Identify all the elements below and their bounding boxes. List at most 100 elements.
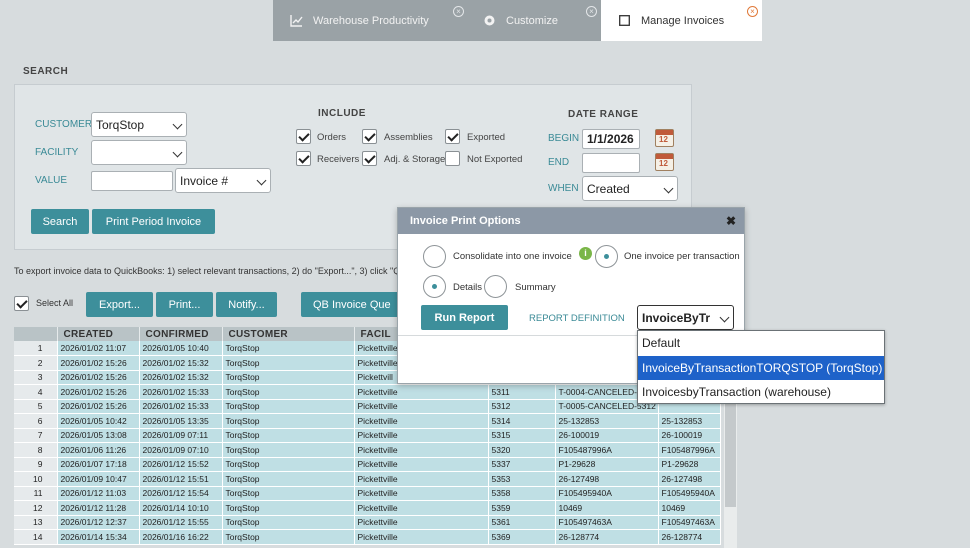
orders-label: Orders [317, 132, 347, 143]
column-header-created[interactable]: CREATED [57, 327, 140, 341]
when-select-value: Created [587, 181, 630, 196]
customer-select-value: TorqStop [96, 117, 145, 132]
table-row[interactable]: 4 2026/01/02 15:26 2026/01/02 15:33 TorqSto… [14, 384, 721, 400]
print-period-invoice-button[interactable]: Print Period Invoice [92, 209, 215, 234]
row-number: 12 [14, 500, 58, 516]
report-definition-link[interactable]: REPORT DEFINITION [529, 313, 625, 324]
row-number: 14 [14, 529, 58, 545]
table-cell: 2026/01/12 15:51 [139, 471, 223, 487]
report-definition-select[interactable]: InvoiceByTr [637, 305, 734, 330]
table-row[interactable]: 7 2026/01/05 13:08 2026/01/09 07:11 TorqSto… [14, 428, 721, 443]
details-radio[interactable] [423, 275, 446, 298]
notify-button[interactable]: Notify... [216, 292, 277, 317]
table-cell: 2026/01/12 11:28 [57, 500, 140, 516]
calendar-icon[interactable]: 12 [655, 153, 674, 171]
table-cell: 5320 [488, 442, 556, 458]
orders-checkbox[interactable] [296, 129, 311, 144]
close-icon[interactable]: × [586, 6, 597, 17]
summary-radio[interactable] [484, 275, 507, 298]
chevron-down-icon [256, 175, 267, 186]
table-cell: 5359 [488, 500, 556, 516]
row-number: 9 [14, 457, 58, 472]
receivers-label: Receivers [317, 154, 360, 165]
print-button[interactable]: Print... [156, 292, 213, 317]
close-icon[interactable]: × [747, 6, 758, 17]
facility-select[interactable] [91, 140, 187, 165]
report-definition-dropdown-list: Default InvoiceByTransactionTORQSTOP (To… [637, 330, 885, 404]
table-cell: 2026/01/05 13:35 [139, 413, 223, 429]
row-number: 2 [14, 355, 58, 371]
table-cell: 2026/01/14 15:34 [57, 529, 140, 545]
table-row[interactable]: 11 2026/01/12 11:03 2026/01/12 15:54 TorqSt… [14, 486, 721, 501]
receivers-checkbox[interactable] [296, 151, 311, 166]
row-number: 1 [14, 341, 58, 356]
adj-storage-checkbox[interactable] [362, 151, 377, 166]
table-cell: 2026/01/02 15:32 [139, 355, 223, 371]
tab-customize[interactable]: Customize × [466, 0, 601, 41]
tab-manage-invoices[interactable]: Manage Invoices × [601, 0, 762, 41]
row-number: 7 [14, 428, 58, 443]
table-cell: TorqStop [222, 355, 355, 371]
value-input[interactable] [91, 171, 173, 191]
table-cell: 2026/01/09 07:10 [139, 442, 223, 458]
run-report-button[interactable]: Run Report [421, 305, 508, 330]
table-row[interactable]: 14 2026/01/14 15:34 2026/01/16 16:22 TorqSt… [14, 529, 721, 545]
table-cell: 5361 [488, 515, 556, 530]
customer-select[interactable]: TorqStop [91, 112, 187, 137]
table-cell: 5312 [488, 399, 556, 414]
search-button[interactable]: Search [31, 209, 89, 234]
table-cell: F105497463A [658, 515, 721, 530]
dropdown-option[interactable]: Default [638, 331, 884, 355]
table-row[interactable]: 13 2026/01/12 12:37 2026/01/12 15:55 TorqSt… [14, 515, 721, 530]
one-per-transaction-radio[interactable] [595, 245, 618, 268]
table-cell: TorqStop [222, 399, 355, 414]
row-number: 5 [14, 399, 58, 414]
table-row[interactable]: 10 2026/01/09 10:47 2026/01/12 15:51 TorqSt… [14, 471, 721, 487]
table-cell: F105497463A [555, 515, 659, 530]
report-select-value: InvoiceByTr [642, 310, 711, 325]
dropdown-option[interactable]: InvoicesbyTransaction (warehouse) [638, 380, 884, 404]
table-row[interactable]: 9 2026/01/07 17:18 2026/01/12 15:52 TorqSto… [14, 457, 721, 472]
tab-warehouse-productivity[interactable]: Warehouse Productivity × [273, 0, 466, 41]
dropdown-option-selected[interactable]: InvoiceByTransactionTORQSTOP (TorqStop) [638, 356, 884, 380]
when-select[interactable]: Created [582, 176, 678, 201]
column-header-confirmed[interactable]: CONFIRMED [139, 327, 223, 341]
table-cell: TorqStop [222, 457, 355, 472]
table-cell: 2026/01/06 11:26 [57, 442, 140, 458]
consolidate-radio[interactable] [423, 245, 446, 268]
begin-date-input[interactable]: 1/1/2026 [582, 129, 640, 149]
qb-invoice-queue-button[interactable]: QB Invoice Que [301, 292, 401, 317]
calendar-day: 12 [659, 135, 668, 144]
info-icon[interactable]: i [579, 247, 592, 260]
assemblies-checkbox[interactable] [362, 129, 377, 144]
value-type-select-value: Invoice # [180, 173, 229, 188]
column-header-customer[interactable]: CUSTOMER [222, 327, 355, 341]
table-cell: 5314 [488, 413, 556, 429]
table-cell: 26-128774 [658, 529, 721, 545]
export-button[interactable]: Export... [86, 292, 153, 317]
table-cell: 2026/01/05 10:42 [57, 413, 140, 429]
select-all-checkbox[interactable] [14, 296, 29, 311]
table-cell: 2026/01/05 10:40 [139, 341, 223, 356]
gear-icon [482, 14, 496, 28]
adj-storage-label: Adj. & Storage [384, 154, 446, 165]
end-date-input[interactable] [582, 153, 640, 173]
table-cell: 5358 [488, 486, 556, 501]
close-icon[interactable]: × [453, 6, 464, 17]
table-cell: 2026/01/02 15:26 [57, 355, 140, 371]
exported-checkbox[interactable] [445, 129, 460, 144]
details-label: Details [453, 282, 483, 293]
table-row[interactable]: 5 2026/01/02 15:26 2026/01/02 15:33 TorqSto… [14, 399, 721, 414]
close-icon[interactable]: ✖ [726, 214, 736, 228]
end-label: END [548, 157, 570, 168]
calendar-icon[interactable]: 12 [655, 129, 674, 147]
table-row[interactable]: 6 2026/01/05 10:42 2026/01/05 13:35 TorqSto… [14, 413, 721, 429]
table-row[interactable]: 12 2026/01/12 11:28 2026/01/14 10:10 TorqSt… [14, 500, 721, 516]
table-cell: Pickettville [354, 500, 489, 516]
table-row[interactable]: 8 2026/01/06 11:26 2026/01/09 07:10 TorqSto… [14, 442, 721, 458]
value-type-select[interactable]: Invoice # [175, 168, 271, 193]
chevron-down-icon [719, 312, 730, 323]
not-exported-checkbox[interactable] [445, 151, 460, 166]
table-cell: TorqStop [222, 486, 355, 501]
row-number: 4 [14, 384, 58, 400]
